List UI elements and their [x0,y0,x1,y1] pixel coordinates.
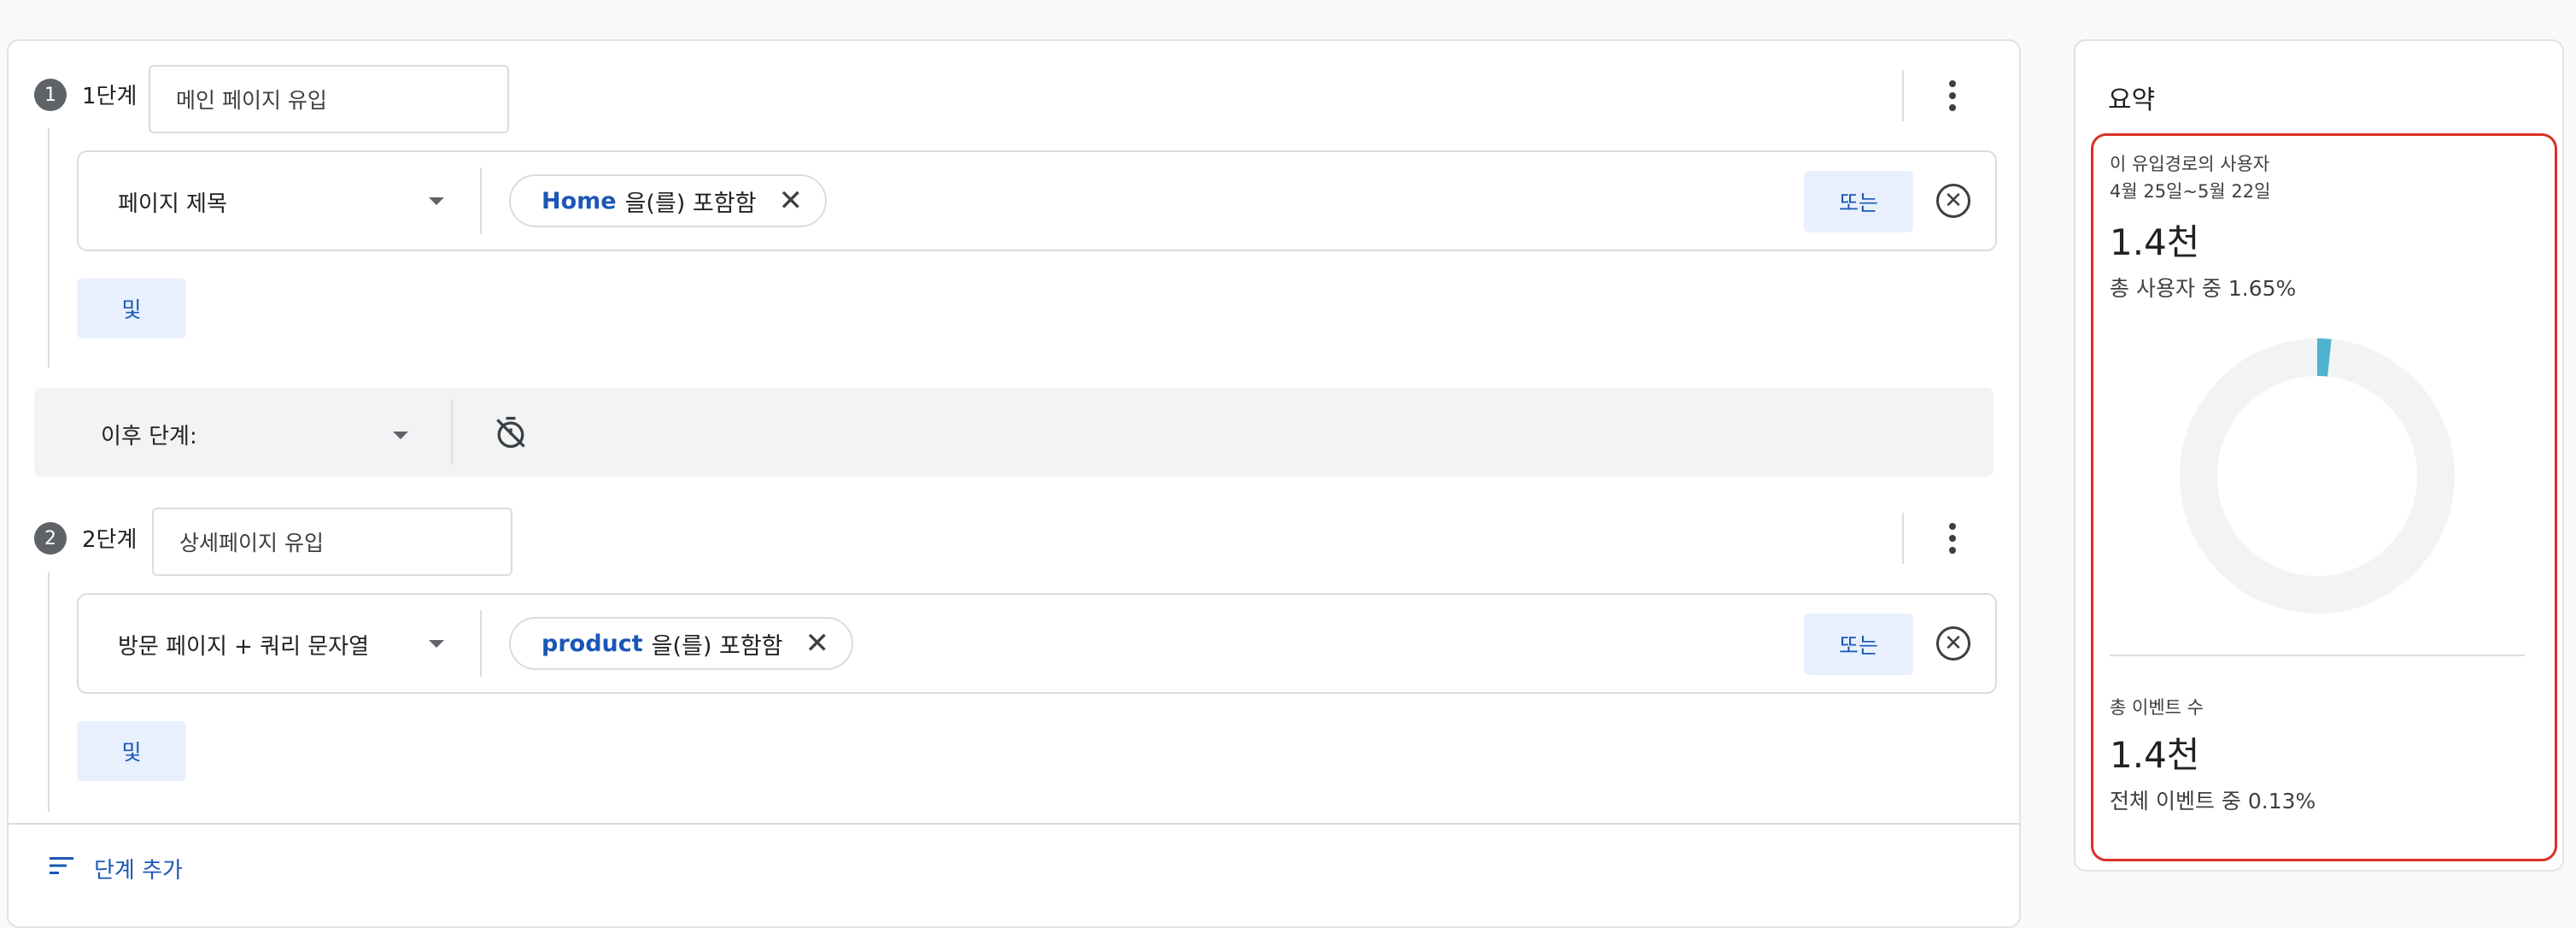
step-1-label: 1단계 [82,84,138,109]
step-1-or-button[interactable]: 또는 [1804,171,1913,232]
step-1-name-input[interactable] [149,65,509,133]
users-share-donut-chart [2180,338,2455,614]
add-step-label: 단계 추가 [94,857,183,884]
close-icon[interactable]: ✕ [778,186,803,215]
step-1-connector-line [48,128,50,367]
step-2-and-button[interactable]: 및 [77,721,186,781]
step-1-chip-operator: 을(를) 포함함 [624,190,757,217]
summary-separator [2110,655,2525,656]
step-2-remove-condition-icon[interactable]: ✕ [1936,626,1970,661]
step-2-more-icon[interactable] [1935,513,1970,564]
step-1-remove-condition-icon[interactable]: ✕ [1936,184,1970,218]
step-2-filter-chip[interactable]: product 을(를) 포함함 ✕ [509,617,854,670]
chevron-down-icon [393,432,408,439]
step-2-chip-value: product [542,630,643,657]
chevron-down-icon [429,640,444,648]
next-step-divider [451,400,453,465]
total-events-percentage: 전체 이벤트 중 0.13% [2110,789,2316,813]
funnel-users-label: 이 유입경로의 사용자 [2110,154,2270,174]
step-1-dimension-value: 페이지 제목 [118,191,227,217]
step-2-name-input[interactable] [152,508,512,576]
step-1-chip-value: Home [542,187,617,214]
chevron-down-icon [429,197,444,205]
total-events-value: 1.4천 [2110,734,2200,776]
timer-off-icon[interactable] [492,414,530,451]
close-icon[interactable]: ✕ [805,629,830,658]
step-2-header-divider [1902,513,1904,564]
total-events-label: 총 이벤트 수 [2110,697,2204,718]
next-step-label: 이후 단계: [101,423,197,449]
donut-track [2180,338,2455,614]
step-2-dimension-select[interactable]: 방문 페이지 + 쿼리 문자열 [118,626,442,663]
step-1-condition-divider [480,167,482,234]
step-2-dimension-value: 방문 페이지 + 쿼리 문자열 [118,633,370,660]
step-2-connector-line [48,573,50,812]
step-1-header-divider [1902,70,1904,121]
step-1-number-badge: 1 [34,79,67,111]
step-2-chip-operator: 을(를) 포함함 [651,632,783,660]
step-2-or-button[interactable]: 또는 [1804,614,1913,675]
step-1-dimension-select[interactable]: 페이지 제목 [118,183,442,220]
step-2-number-badge: 2 [34,522,67,555]
add-step-separator [9,823,2019,825]
step-1-more-icon[interactable] [1935,70,1970,121]
step-1-filter-chip[interactable]: Home 을(를) 포함함 ✕ [509,174,827,227]
step-2-condition-divider [480,610,482,677]
next-step-select[interactable]: 이후 단계: [101,417,357,451]
funnel-users-value: 1.4천 [2110,221,2200,263]
sort-icon [50,855,75,882]
funnel-users-percentage: 총 사용자 중 1.65% [2110,276,2297,301]
step-2-label: 2단계 [82,527,138,553]
add-step-button[interactable]: 단계 추가 [50,849,183,887]
step-1-and-button[interactable]: 및 [77,279,186,338]
summary-title: 요약 [2108,85,2156,115]
date-range: 4월 25일~5월 22일 [2110,181,2271,202]
